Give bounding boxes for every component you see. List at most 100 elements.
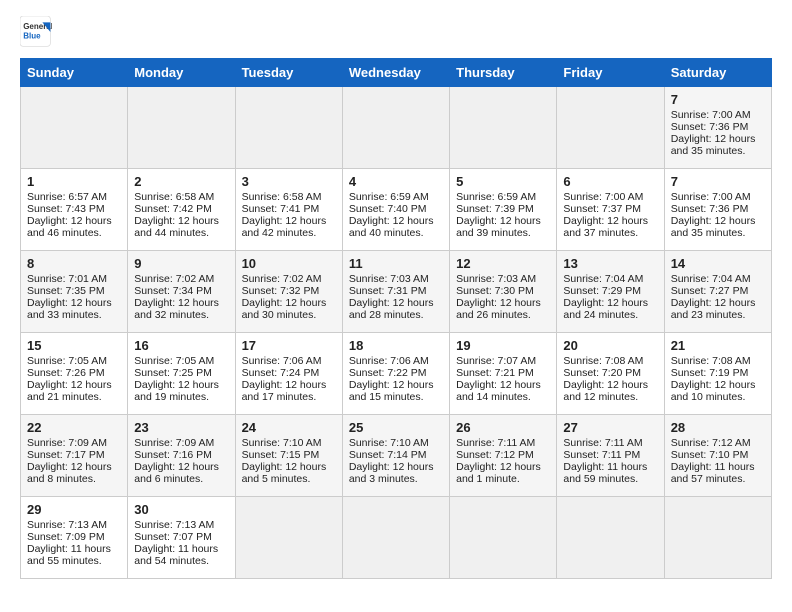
day-number: 11 <box>349 256 443 271</box>
daylight-text: Daylight: 12 hours and 10 minutes. <box>671 379 765 403</box>
daylight-text: Daylight: 12 hours and 39 minutes. <box>456 215 550 239</box>
calendar-week-1: 1Sunrise: 6:57 AMSunset: 7:43 PMDaylight… <box>21 169 772 251</box>
daylight-text: Daylight: 12 hours and 30 minutes. <box>242 297 336 321</box>
sunset-text: Sunset: 7:26 PM <box>27 367 121 379</box>
calendar-cell: 4Sunrise: 6:59 AMSunset: 7:40 PMDaylight… <box>342 169 449 251</box>
day-number: 16 <box>134 338 228 353</box>
sunrise-text: Sunrise: 7:09 AM <box>27 437 121 449</box>
daylight-text: Daylight: 12 hours and 17 minutes. <box>242 379 336 403</box>
sunrise-text: Sunrise: 7:02 AM <box>242 273 336 285</box>
calendar-cell: 23Sunrise: 7:09 AMSunset: 7:16 PMDayligh… <box>128 415 235 497</box>
calendar-cell: 25Sunrise: 7:10 AMSunset: 7:14 PMDayligh… <box>342 415 449 497</box>
calendar-cell: 24Sunrise: 7:10 AMSunset: 7:15 PMDayligh… <box>235 415 342 497</box>
sunrise-text: Sunrise: 7:06 AM <box>242 355 336 367</box>
calendar-cell: 19Sunrise: 7:07 AMSunset: 7:21 PMDayligh… <box>450 333 557 415</box>
sunrise-text: Sunrise: 7:06 AM <box>349 355 443 367</box>
calendar-cell: 7 Sunrise: 7:00 AMSunset: 7:36 PMDaylight… <box>664 87 771 169</box>
day-number: 7 <box>671 92 765 107</box>
day-number: 17 <box>242 338 336 353</box>
day-number: 22 <box>27 420 121 435</box>
calendar-cell <box>664 497 771 579</box>
day-number: 8 <box>27 256 121 271</box>
sunrise-text: Sunrise: 7:03 AM <box>456 273 550 285</box>
calendar-cell: 17 Sunrise: 7:06 AMSunset: 7:24 PMDayligh… <box>235 333 342 415</box>
calendar-cell: 29Sunrise: 7:13 AMSunset: 7:09 PMDayligh… <box>21 497 128 579</box>
sunset-text: Sunset: 7:36 PM <box>671 203 765 215</box>
sunset-text: Sunset: 7:14 PM <box>349 449 443 461</box>
calendar-week-5: 29Sunrise: 7:13 AMSunset: 7:09 PMDayligh… <box>21 497 772 579</box>
sunrise-text: Sunrise: 6:58 AM <box>134 191 228 203</box>
sunrise-text: Sunrise: 7:07 AM <box>456 355 550 367</box>
logo-icon: General Blue <box>20 16 52 48</box>
sunset-text: Sunset: 7:29 PM <box>563 285 657 297</box>
sunset-text: Sunset: 7:17 PM <box>27 449 121 461</box>
sunrise-text: Sunrise: 7:04 AM <box>671 273 765 285</box>
sunrise-text: Sunrise: 7:04 AM <box>563 273 657 285</box>
calendar-cell: 5Sunrise: 6:59 AMSunset: 7:39 PMDaylight… <box>450 169 557 251</box>
calendar-cell <box>450 497 557 579</box>
sunset-text: Sunset: 7:43 PM <box>27 203 121 215</box>
daylight-text: Daylight: 12 hours and 6 minutes. <box>134 461 228 485</box>
daylight-text: Daylight: 12 hours and 32 minutes. <box>134 297 228 321</box>
sunrise-text: Sunrise: 7:12 AM <box>671 437 765 449</box>
col-header-saturday: Saturday <box>664 59 771 87</box>
daylight-text: Daylight: 12 hours and 35 minutes. <box>671 215 765 239</box>
sunrise-text: Sunrise: 6:58 AM <box>242 191 336 203</box>
col-header-thursday: Thursday <box>450 59 557 87</box>
day-number: 28 <box>671 420 765 435</box>
calendar-cell <box>235 497 342 579</box>
calendar-cell <box>557 497 664 579</box>
daylight-text: Daylight: 12 hours and 5 minutes. <box>242 461 336 485</box>
day-number: 1 <box>27 174 121 189</box>
calendar-cell: 11Sunrise: 7:03 AMSunset: 7:31 PMDayligh… <box>342 251 449 333</box>
calendar-cell: 8Sunrise: 7:01 AMSunset: 7:35 PMDaylight… <box>21 251 128 333</box>
sunset-text: Sunset: 7:07 PM <box>134 531 228 543</box>
col-header-sunday: Sunday <box>21 59 128 87</box>
day-number: 23 <box>134 420 228 435</box>
sunrise-text: Sunrise: 7:05 AM <box>27 355 121 367</box>
calendar-cell <box>235 87 342 169</box>
calendar-cell: 27Sunrise: 7:11 AMSunset: 7:11 PMDayligh… <box>557 415 664 497</box>
sunset-text: Sunset: 7:36 PM <box>671 121 765 133</box>
day-number: 25 <box>349 420 443 435</box>
calendar-cell: 16Sunrise: 7:05 AMSunset: 7:25 PMDayligh… <box>128 333 235 415</box>
calendar-cell: 30Sunrise: 7:13 AMSunset: 7:07 PMDayligh… <box>128 497 235 579</box>
daylight-text: Daylight: 12 hours and 35 minutes. <box>671 133 765 157</box>
daylight-text: Daylight: 12 hours and 44 minutes. <box>134 215 228 239</box>
daylight-text: Daylight: 12 hours and 26 minutes. <box>456 297 550 321</box>
day-number: 9 <box>134 256 228 271</box>
calendar-cell: 20Sunrise: 7:08 AMSunset: 7:20 PMDayligh… <box>557 333 664 415</box>
sunset-text: Sunset: 7:39 PM <box>456 203 550 215</box>
sunrise-text: Sunrise: 7:08 AM <box>563 355 657 367</box>
calendar-table: SundayMondayTuesdayWednesdayThursdayFrid… <box>20 58 772 579</box>
sunrise-text: Sunrise: 7:00 AM <box>671 109 765 121</box>
day-number: 26 <box>456 420 550 435</box>
sunset-text: Sunset: 7:16 PM <box>134 449 228 461</box>
daylight-text: Daylight: 12 hours and 15 minutes. <box>349 379 443 403</box>
calendar-cell <box>21 87 128 169</box>
calendar-week-4: 22 Sunrise: 7:09 AMSunset: 7:17 PM Dayligh… <box>21 415 772 497</box>
daylight-text: Daylight: 12 hours and 1 minute. <box>456 461 550 485</box>
daylight-text: Daylight: 11 hours and 57 minutes. <box>671 461 765 485</box>
sunrise-text: Sunrise: 7:00 AM <box>671 191 765 203</box>
day-number: 7 <box>671 174 765 189</box>
sunset-text: Sunset: 7:32 PM <box>242 285 336 297</box>
sunset-text: Sunset: 7:30 PM <box>456 285 550 297</box>
sunrise-text: Sunrise: 7:11 AM <box>456 437 550 449</box>
day-number: 5 <box>456 174 550 189</box>
calendar-cell: 15Sunrise: 7:05 AMSunset: 7:26 PMDayligh… <box>21 333 128 415</box>
sunset-text: Sunset: 7:09 PM <box>27 531 121 543</box>
day-number: 10 <box>242 256 336 271</box>
day-number: 29 <box>27 502 121 517</box>
sunrise-text: Sunrise: 7:03 AM <box>349 273 443 285</box>
sunrise-text: Sunrise: 7:13 AM <box>27 519 121 531</box>
sunrise-text: Sunrise: 7:08 AM <box>671 355 765 367</box>
calendar-cell: 1Sunrise: 6:57 AMSunset: 7:43 PMDaylight… <box>21 169 128 251</box>
day-number: 4 <box>349 174 443 189</box>
daylight-text: Daylight: 12 hours and 42 minutes. <box>242 215 336 239</box>
sunrise-text: Sunrise: 7:10 AM <box>242 437 336 449</box>
sunset-text: Sunset: 7:24 PM <box>242 367 336 379</box>
day-number: 24 <box>242 420 336 435</box>
sunrise-text: Sunrise: 7:10 AM <box>349 437 443 449</box>
calendar-cell: 3Sunrise: 6:58 AMSunset: 7:41 PMDaylight… <box>235 169 342 251</box>
